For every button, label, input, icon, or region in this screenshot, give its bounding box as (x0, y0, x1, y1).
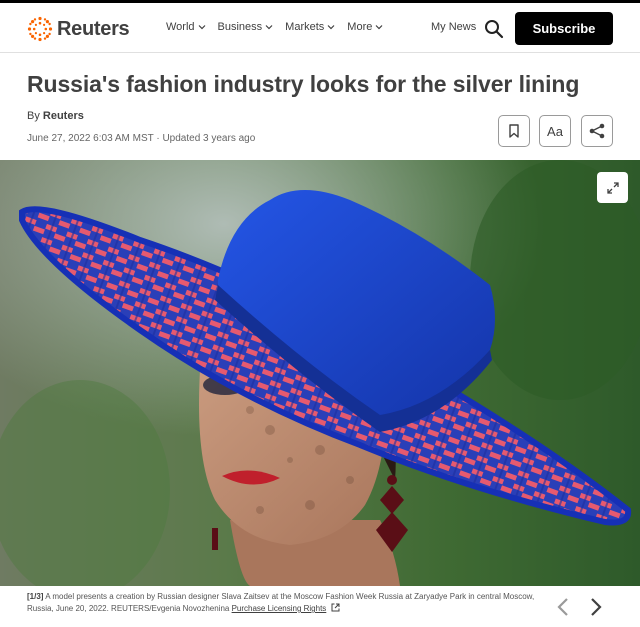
nav-item-markets[interactable]: Markets (285, 21, 335, 33)
nav-item-business[interactable]: Business (218, 21, 274, 33)
chevron-down-icon (198, 25, 205, 30)
external-link-icon (331, 603, 340, 612)
site-header: Reuters World Business Markets More My N… (0, 3, 640, 53)
chevron-down-icon (375, 25, 383, 30)
main-nav: World Business Markets More (166, 21, 383, 33)
chevron-left-icon[interactable] (555, 597, 571, 617)
text-size-button[interactable]: Aa (539, 115, 571, 147)
photo-caption: [1/3] A model presents a creation by Rus… (27, 591, 537, 615)
expand-photo-button[interactable] (597, 172, 628, 203)
gallery-index: [1/3] (27, 592, 44, 601)
expand-icon (606, 181, 619, 194)
nav-item-label: Markets (285, 21, 325, 33)
subscribe-button[interactable]: Subscribe (515, 12, 613, 45)
my-news-link[interactable]: My News (431, 21, 476, 33)
share-icon (589, 123, 605, 139)
purchase-licensing-link[interactable]: Purchase Licensing Rights (232, 604, 327, 613)
byline: By Reuters (27, 110, 84, 122)
article-dateline: June 27, 2022 6:03 AM MST · Updated 3 ye… (27, 133, 256, 144)
article-headline: Russia's fashion industry looks for the … (27, 71, 580, 97)
nav-item-label: World (166, 21, 195, 33)
nav-item-world[interactable]: World (166, 21, 206, 33)
nav-item-label: More (347, 21, 373, 33)
nav-item-more[interactable]: More (347, 21, 383, 33)
search-icon[interactable] (484, 19, 504, 39)
article-photo[interactable] (0, 160, 640, 586)
bookmark-icon (509, 124, 519, 138)
reuters-logo[interactable]: Reuters (27, 16, 130, 42)
reuters-logo-icon (27, 16, 53, 42)
share-button[interactable] (581, 115, 613, 147)
chevron-down-icon (265, 25, 273, 30)
chevron-down-icon (327, 25, 335, 30)
author-link[interactable]: Reuters (43, 110, 84, 122)
chevron-right-icon[interactable] (588, 597, 604, 617)
byline-prefix: By (27, 110, 40, 122)
nav-item-label: Business (217, 21, 263, 33)
photo-illustration (0, 160, 640, 586)
bookmark-button[interactable] (498, 115, 530, 147)
logo-text: Reuters (57, 17, 130, 40)
